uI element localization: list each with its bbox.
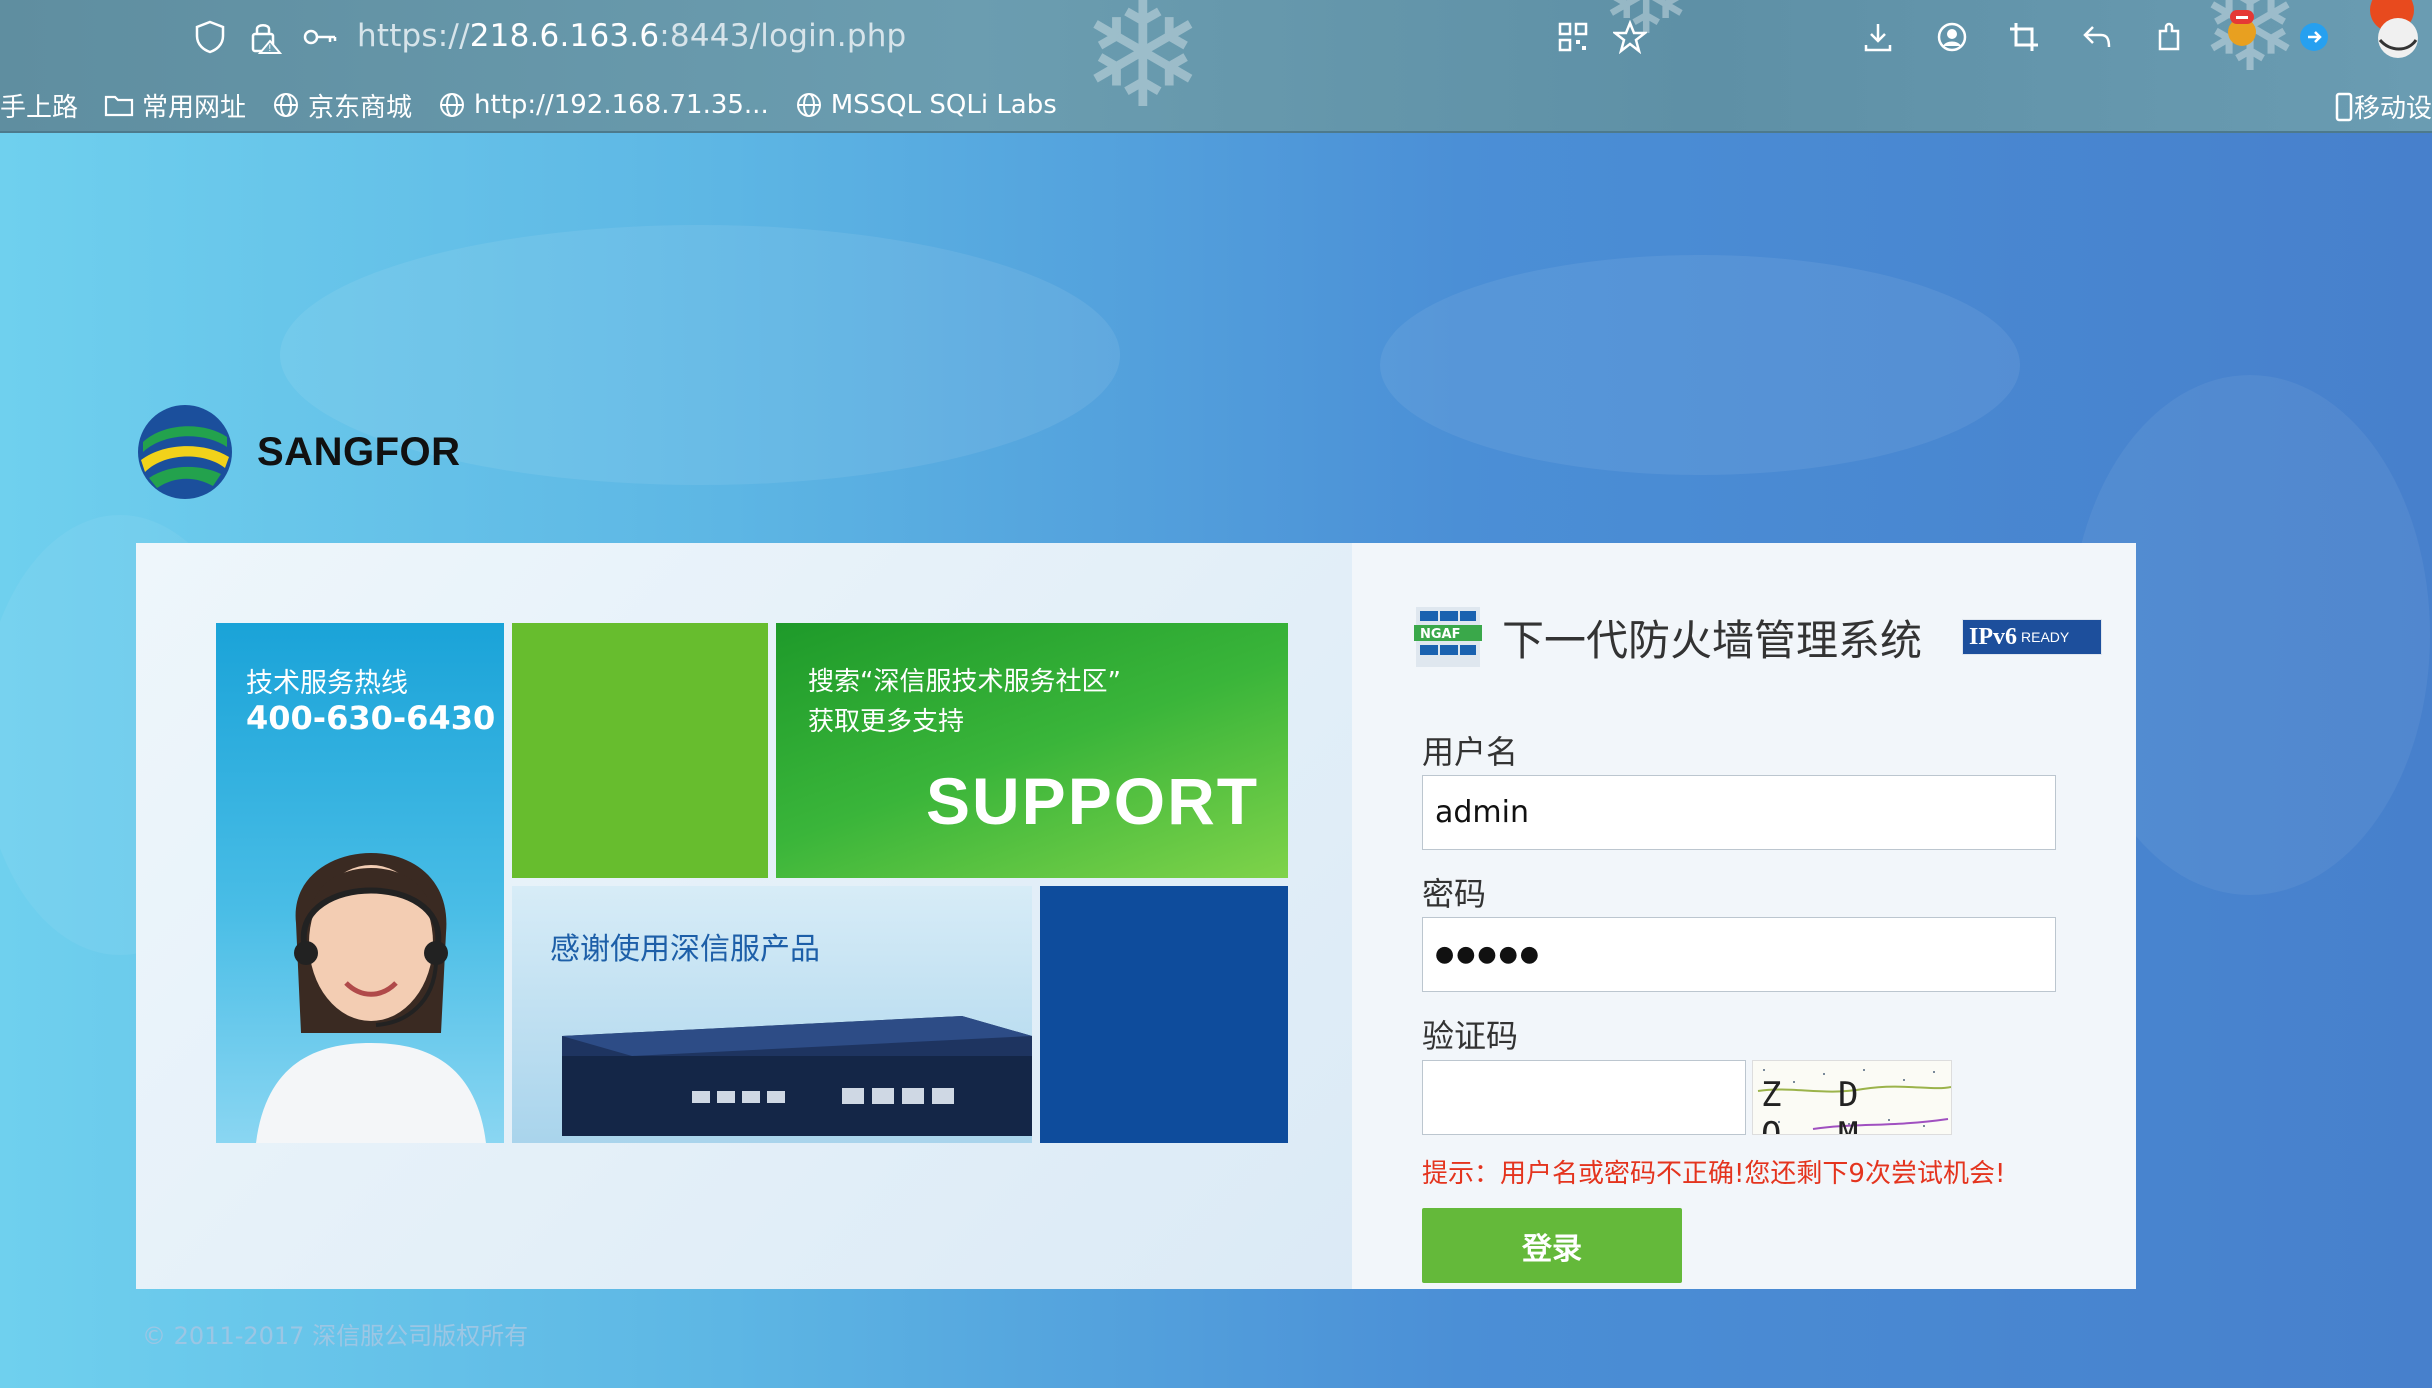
support-line2: 获取更多支持 <box>808 707 965 737</box>
svg-text:!: ! <box>268 44 272 54</box>
browser-toolbar: ❄ ❄ ❄ ! https://218.6.163.6:8443/login.p… <box>0 0 2432 133</box>
shield-icon[interactable] <box>190 17 230 57</box>
insecure-lock-icon[interactable]: ! <box>245 17 285 57</box>
green-tile <box>512 623 768 878</box>
address-bar[interactable]: https://218.6.163.6:8443/login.php <box>357 18 906 54</box>
account-icon[interactable] <box>1932 17 1972 57</box>
extension-badge-icon[interactable] <box>2222 8 2262 48</box>
globe-icon <box>274 93 299 117</box>
star-icon[interactable] <box>1610 17 1650 57</box>
password-input[interactable]: ●●●●● <box>1422 917 2056 992</box>
bookmarks-bar: 手上路 常用网址 京东商城 http://192.168.71.35... MS… <box>0 82 1083 128</box>
captcha-input[interactable] <box>1422 1060 1746 1135</box>
login-button[interactable]: 登录 <box>1422 1208 1682 1283</box>
bookmark-item[interactable]: http://192.168.71.35... <box>438 90 769 120</box>
hotline-tile: 技术服务热线 400-630-6430 <box>216 623 504 1143</box>
sangfor-globe-icon <box>138 405 232 499</box>
login-panel: 技术服务热线 400-630-6430 搜索“深信服技术服务社区” 获取更多支持… <box>136 543 2136 1289</box>
bookmark-folder[interactable]: 常用网址 <box>104 87 246 124</box>
firewall-device-image <box>562 1016 1032 1136</box>
login-form-area: NGAF 下一代防火墙管理系统 IPv6 READY 用户名 admin 密码 … <box>1352 543 2136 1289</box>
crop-icon[interactable] <box>2004 17 2044 57</box>
undo-icon[interactable] <box>2077 17 2117 57</box>
username-label: 用户名 <box>1422 733 1519 771</box>
copyright-footer: © 2011-2017 深信服公司版权所有 <box>142 1322 529 1350</box>
ipv6-ready-badge: IPv6 READY <box>1962 619 2103 655</box>
support-word: SUPPORT <box>926 764 1260 838</box>
product-text: 感谢使用深信服产品 <box>550 932 820 967</box>
folder-icon <box>104 95 134 117</box>
support-agent-image <box>256 853 486 1143</box>
password-label: 密码 <box>1422 875 1487 913</box>
download-icon[interactable] <box>1858 17 1898 57</box>
bookmark-item[interactable]: MSSQL SQLi Labs <box>795 90 1057 120</box>
system-title: 下一代防火墙管理系统 <box>1502 615 1923 665</box>
brand-name: SANGFOR <box>257 429 461 474</box>
qr-code-icon[interactable] <box>1553 17 1593 57</box>
sangfor-logo: SANGFOR <box>135 402 461 502</box>
support-tile: 搜索“深信服技术服务社区” 获取更多支持 SUPPORT <box>776 623 1288 878</box>
translate-extension-icon[interactable] <box>2294 17 2334 57</box>
globe-icon <box>796 93 821 117</box>
promo-area: 技术服务热线 400-630-6430 搜索“深信服技术服务社区” 获取更多支持… <box>136 543 1352 1289</box>
hotline-number: 400-630-6430 <box>246 699 496 737</box>
ngaf-badge: NGAF <box>1420 627 1461 642</box>
product-tile: 感谢使用深信服产品 <box>512 886 1032 1143</box>
mobile-bookmarks[interactable]: 移动设 <box>2334 88 2432 125</box>
ngaf-firewall-icon: NGAF <box>1414 607 1482 667</box>
extension-icon[interactable] <box>2150 17 2190 57</box>
captcha-image[interactable]: Z D Q M <box>1752 1060 1952 1135</box>
globe-icon <box>440 93 465 117</box>
support-line1: 搜索“深信服技术服务社区” <box>808 667 1121 697</box>
blue-tile <box>1040 886 1288 1143</box>
key-icon[interactable] <box>300 17 340 57</box>
captcha-label: 验证码 <box>1422 1017 1519 1055</box>
username-input[interactable]: admin <box>1422 775 2056 850</box>
bookmark-item[interactable]: 手上路 <box>0 87 78 124</box>
profile-avatar-icon[interactable] <box>2350 0 2430 60</box>
snowflake-decoration: ❄ <box>1080 0 1206 133</box>
error-message: 提示：用户名或密码不正确!您还剩下9次尝试机会! <box>1422 1159 2006 1189</box>
bookmark-item[interactable]: 京东商城 <box>272 87 412 124</box>
phone-icon <box>2335 92 2353 121</box>
captcha-text: Z D Q M <box>1761 1075 1877 1135</box>
hotline-title: 技术服务热线 <box>246 668 408 699</box>
system-title-row: NGAF 下一代防火墙管理系统 IPv6 READY <box>1412 605 2103 669</box>
